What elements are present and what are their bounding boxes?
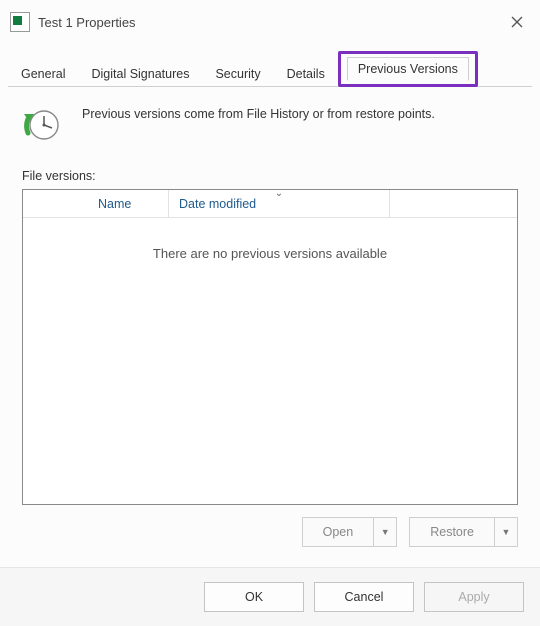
close-icon [511,16,523,28]
restore-button-label: Restore [410,518,495,546]
column-header-date-modified[interactable]: ⌄ Date modified [169,190,390,218]
open-dropdown[interactable]: ▼ [374,518,396,546]
sort-indicator-icon: ⌄ [275,189,283,199]
restore-dropdown[interactable]: ▼ [495,518,517,546]
properties-dialog: Test 1 Properties General Digital Signat… [0,0,540,626]
window-title: Test 1 Properties [38,15,136,30]
cancel-button[interactable]: Cancel [314,582,414,612]
empty-state-text: There are no previous versions available [153,246,387,261]
info-text: Previous versions come from File History… [82,105,435,121]
history-clock-icon [22,105,62,145]
tab-highlight: Previous Versions [338,51,478,87]
tab-digital-signatures[interactable]: Digital Signatures [78,60,202,87]
tab-general[interactable]: General [8,60,78,87]
list-header: Name ⌄ Date modified [23,190,517,218]
previous-versions-panel: Previous versions come from File History… [0,87,540,557]
excel-file-icon [10,12,30,32]
action-buttons: Open ▼ Restore ▼ [22,505,518,547]
apply-button[interactable]: Apply [424,582,524,612]
file-versions-list[interactable]: Name ⌄ Date modified There are no previo… [22,189,518,505]
file-versions-label: File versions: [22,169,518,183]
tab-strip: General Digital Signatures Security Deta… [0,40,540,86]
titlebar: Test 1 Properties [0,0,540,40]
close-button[interactable] [504,9,530,35]
tab-security[interactable]: Security [202,60,273,87]
ok-button[interactable]: OK [204,582,304,612]
tab-details[interactable]: Details [274,60,338,87]
tab-previous-versions[interactable]: Previous Versions [347,57,469,81]
chevron-down-icon: ▼ [381,527,390,537]
dialog-buttons: OK Cancel Apply [0,567,540,626]
open-button-label: Open [303,518,375,546]
chevron-down-icon: ▼ [502,527,511,537]
column-spacer [23,190,88,218]
open-button[interactable]: Open ▼ [302,517,398,547]
column-header-name[interactable]: Name [88,190,169,218]
restore-button[interactable]: Restore ▼ [409,517,518,547]
